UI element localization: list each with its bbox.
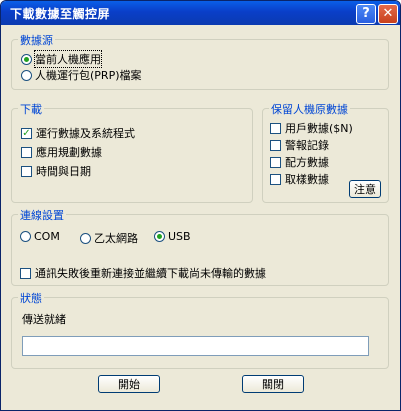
retain-item-label: 警報記錄 — [285, 139, 329, 152]
retain-item-alarm[interactable]: 警報記錄 — [270, 137, 329, 153]
note-button[interactable]: 注意 — [349, 180, 381, 198]
connection-option-com[interactable]: COM — [20, 230, 60, 243]
retain-item-label: 配方數據 — [285, 156, 329, 169]
status-group: 狀態 傳送就緒 — [11, 290, 389, 369]
retain-item-label: 用戶數據($N) — [285, 122, 353, 135]
source-group: 數據源 當前人機應用 人機運行包(PRP)檔案 — [11, 32, 389, 90]
download-item-label: 時間與日期 — [36, 165, 91, 178]
download-group: 下載 ✓ 運行數據及系統程式 應用規劃數據 時間與日期 — [11, 101, 253, 203]
download-legend: 下載 — [18, 101, 44, 117]
connection-option-label: 乙太網路 — [94, 232, 138, 245]
checkbox-icon[interactable] — [21, 165, 32, 177]
retain-item-label: 取樣數據 — [285, 173, 329, 186]
title-bar[interactable]: 下載數據至觸控屏 ? ✕ — [1, 1, 400, 25]
connection-group: 連線設置 COM 乙太網路 USB 通訊失敗後重新連接並繼續下載尚未傳輸的數據 — [11, 207, 389, 286]
download-item-label: 應用規劃數據 — [36, 146, 102, 159]
checkbox-icon[interactable] — [20, 267, 31, 279]
checkbox-checked-icon[interactable]: ✓ — [21, 127, 32, 139]
checkbox-icon[interactable] — [270, 173, 281, 185]
radio-icon[interactable] — [21, 53, 32, 65]
close-button[interactable]: 關閉 — [242, 375, 304, 393]
checkbox-icon[interactable] — [270, 139, 281, 151]
download-item-datetime[interactable]: 時間與日期 — [21, 163, 91, 179]
source-option-label: 當前人機應用 — [34, 50, 102, 68]
source-option-prp[interactable]: 人機運行包(PRP)檔案 — [21, 67, 142, 83]
connection-option-label: COM — [34, 230, 60, 243]
checkbox-icon[interactable] — [270, 122, 281, 134]
start-button[interactable]: 開始 — [98, 375, 160, 393]
download-item-project[interactable]: 應用規劃數據 — [21, 144, 102, 160]
connection-option-ethernet[interactable]: 乙太網路 — [80, 230, 138, 246]
status-field — [22, 336, 369, 356]
source-legend: 數據源 — [18, 32, 55, 48]
retain-group: 保留人機原數據 用戶數據($N) 警報記錄 配方數據 取樣數據 注意 — [262, 101, 389, 203]
resume-download-label: 通訊失敗後重新連接並繼續下載尚未傳輸的數據 — [35, 267, 266, 280]
checkbox-icon[interactable] — [270, 156, 281, 168]
help-button[interactable]: ? — [356, 4, 376, 24]
resume-download-checkbox[interactable]: 通訊失敗後重新連接並繼續下載尚未傳輸的數據 — [20, 265, 266, 281]
dialog-window: 下載數據至觸控屏 ? ✕ 數據源 當前人機應用 人機運行包(PRP)檔案 下載 … — [0, 0, 401, 411]
retain-legend: 保留人機原數據 — [269, 101, 350, 117]
radio-icon[interactable] — [80, 232, 91, 244]
radio-icon[interactable] — [20, 231, 31, 242]
download-item-label: 運行數據及系統程式 — [36, 127, 135, 140]
status-text: 傳送就緒 — [22, 313, 66, 326]
radio-icon[interactable] — [21, 69, 32, 81]
source-option-label: 人機運行包(PRP)檔案 — [35, 69, 142, 82]
retain-item-sample[interactable]: 取樣數據 — [270, 171, 329, 187]
window-title: 下載數據至觸控屏 — [10, 7, 111, 21]
connection-option-usb[interactable]: USB — [154, 230, 191, 243]
retain-item-user[interactable]: 用戶數據($N) — [270, 120, 353, 136]
connection-legend: 連線設置 — [18, 207, 66, 223]
connection-option-label: USB — [168, 230, 191, 243]
retain-item-recipe[interactable]: 配方數據 — [270, 154, 329, 170]
download-item-runtime[interactable]: ✓ 運行數據及系統程式 — [21, 125, 135, 141]
radio-icon[interactable] — [154, 231, 165, 242]
checkbox-icon[interactable] — [21, 146, 32, 158]
close-window-button[interactable]: ✕ — [378, 4, 398, 24]
status-legend: 狀態 — [18, 290, 44, 306]
source-option-current[interactable]: 當前人機應用 — [21, 50, 102, 68]
